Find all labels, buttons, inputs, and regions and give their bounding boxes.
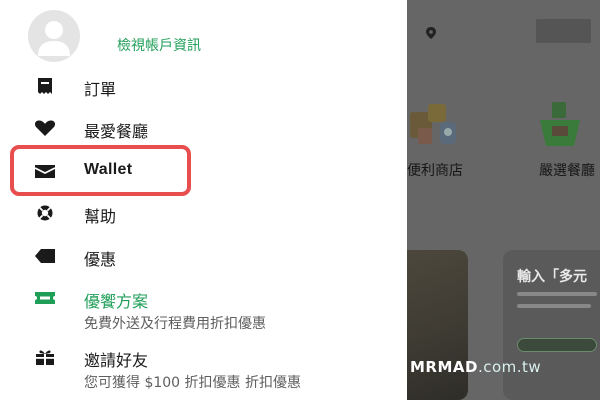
background-top-button xyxy=(536,19,591,43)
ticket-icon xyxy=(35,292,55,304)
menu-item-label: 幫助 xyxy=(84,207,117,226)
menu-item-label: Wallet xyxy=(84,161,133,178)
avatar[interactable] xyxy=(28,10,80,62)
gift-icon xyxy=(36,349,54,365)
menu-item-sublabel: 免費外送及行程費用折扣優惠 xyxy=(84,316,266,332)
promo-text-line xyxy=(517,292,597,296)
promo-text-line xyxy=(517,304,591,308)
tag-icon xyxy=(35,249,55,263)
view-account-link[interactable]: 檢視帳戶資訊 xyxy=(117,35,201,55)
menu-item-membership-plan[interactable]: 優饗方案 免費外送及行程費用折扣優惠 xyxy=(0,278,407,332)
location-pin-icon xyxy=(426,27,436,39)
lifebuoy-icon xyxy=(37,205,53,221)
menu-item-label: 優饗方案 xyxy=(84,292,149,311)
menu-item-label: 最愛餐廳 xyxy=(84,122,149,141)
navigation-drawer: 檢視帳戶資訊 訂單 最愛餐廳 Wallet 幫助 優惠 優饗方案 免費外送及行程… xyxy=(0,0,407,400)
watermark-domain: .com.tw xyxy=(477,358,542,376)
category-selected-restaurants: 嚴選餐廳 xyxy=(512,98,600,180)
menu-item-help[interactable]: 幫助 xyxy=(0,193,407,233)
category-label: 嚴選餐廳 xyxy=(539,163,595,179)
heart-icon xyxy=(34,120,56,136)
menu-item-promotions[interactable]: 優惠 xyxy=(0,236,407,276)
menu-item-wallet[interactable]: Wallet xyxy=(0,151,407,191)
user-silhouette-icon xyxy=(38,21,70,56)
wallet-icon xyxy=(34,165,56,178)
promo-button xyxy=(517,338,597,352)
menu-item-favorite-restaurants[interactable]: 最愛餐廳 xyxy=(0,108,407,148)
menu-item-invite-friends[interactable]: 邀請好友 您可獲得 $100 折扣優惠 折扣優惠 xyxy=(0,337,407,391)
promo-title: 輸入「多元 xyxy=(517,269,587,285)
menu-item-orders[interactable]: 訂單 xyxy=(0,66,407,106)
receipt-icon xyxy=(38,78,52,94)
menu-item-label: 邀請好友 xyxy=(84,351,149,370)
watermark-brand: MRMAD xyxy=(410,358,478,376)
restaurant-illustration-icon xyxy=(512,98,600,154)
menu-item-label: 優惠 xyxy=(84,250,117,269)
menu-item-label: 訂單 xyxy=(84,80,117,99)
menu-item-sublabel: 您可獲得 $100 折扣優惠 折扣優惠 xyxy=(84,375,301,391)
